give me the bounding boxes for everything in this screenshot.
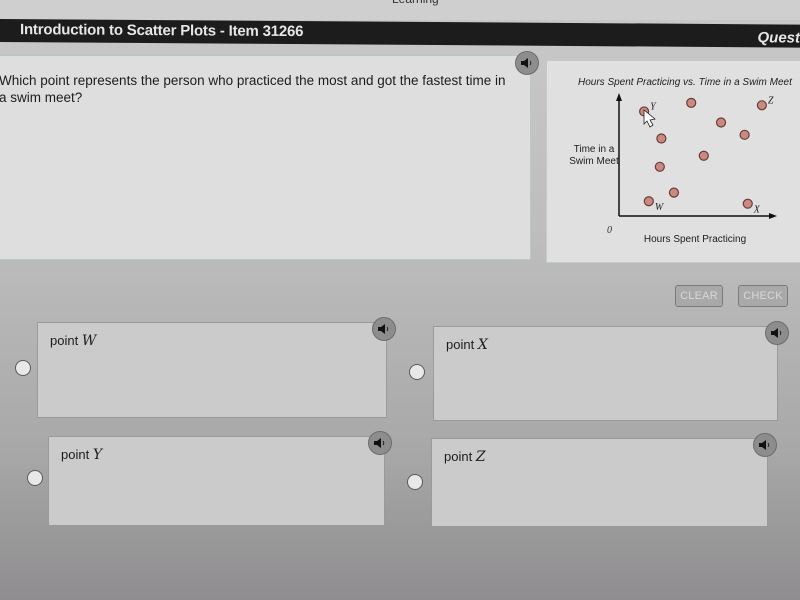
choice-x-var: X	[477, 337, 488, 353]
activity-title: Introduction to Scatter Plots - Item 312…	[20, 21, 304, 41]
data-point	[654, 161, 665, 172]
choice-x-label: point X	[446, 337, 488, 353]
question-panel: Which point represents the person who pr…	[0, 51, 539, 260]
speaker-icon	[378, 324, 389, 334]
point-label-w: W	[655, 202, 665, 213]
mouse-cursor-icon	[643, 109, 656, 128]
data-point-z	[756, 100, 767, 111]
choice-w-var: W	[81, 333, 97, 349]
choice-y-var: Y	[92, 447, 103, 463]
choice-y-label: point Y	[61, 447, 103, 463]
point-label-x: X	[753, 205, 761, 216]
data-point-w	[643, 196, 654, 207]
check-button[interactable]: CHECK	[738, 285, 788, 307]
y-axis-label-line1: Time in a	[574, 144, 615, 155]
data-point	[715, 117, 727, 128]
y-axis-label-line2: Swim Meet	[569, 156, 619, 167]
data-point	[698, 150, 709, 161]
x-axis-label: Hours Spent Practicing	[644, 234, 746, 245]
speaker-icon	[521, 58, 532, 68]
data-point	[668, 187, 680, 198]
top-fragment-text: Learning	[392, 0, 439, 6]
choice-w-radio[interactable]	[15, 360, 31, 376]
point-label-y: Y	[650, 101, 657, 112]
origin-label: 0	[607, 225, 612, 236]
point-label-z: Z	[768, 95, 774, 106]
data-points: Y Z W X	[639, 95, 774, 216]
data-point	[656, 133, 667, 144]
clear-button[interactable]: CLEAR	[675, 285, 723, 307]
x-axis-arrow	[769, 213, 777, 219]
choice-w-label: point W	[50, 333, 97, 349]
choice-z[interactable]: point Z	[431, 433, 777, 527]
title-bar: Introduction to Scatter Plots - Item 312…	[0, 19, 800, 48]
y-axis-arrow	[616, 93, 622, 101]
data-point	[686, 97, 697, 108]
scatter-plot: Hours Spent Practicing vs. Time in a Swi…	[569, 77, 793, 245]
choice-w-audio-button[interactable]	[372, 317, 396, 341]
choice-z-label: point Z	[444, 449, 486, 465]
data-point	[739, 129, 750, 140]
question-tab-label[interactable]: Quest	[757, 29, 800, 46]
question-audio-button[interactable]	[515, 51, 539, 75]
choice-y-radio[interactable]	[27, 470, 43, 486]
choice-z-audio-button[interactable]	[753, 433, 777, 457]
chart-title: Hours Spent Practicing vs. Time in a Swi…	[578, 77, 793, 88]
choice-z-radio[interactable]	[407, 474, 423, 490]
question-text: Which point represents the person who pr…	[0, 73, 506, 105]
choice-w[interactable]: point W	[37, 317, 396, 418]
choice-z-var: Z	[475, 449, 486, 465]
speaker-icon	[374, 438, 385, 448]
choice-x-radio[interactable]	[409, 364, 425, 380]
speaker-icon	[759, 440, 770, 450]
choice-y-audio-button[interactable]	[368, 431, 392, 455]
speaker-icon	[771, 328, 782, 338]
choice-y[interactable]: point Y	[48, 431, 392, 526]
choice-x[interactable]: point X	[433, 321, 789, 421]
browser-top-strip: Learning	[0, 0, 800, 20]
data-point-x	[742, 198, 753, 209]
choice-x-audio-button[interactable]	[765, 321, 789, 345]
scatter-plot-panel: Hours Spent Practicing vs. Time in a Swi…	[546, 60, 800, 263]
